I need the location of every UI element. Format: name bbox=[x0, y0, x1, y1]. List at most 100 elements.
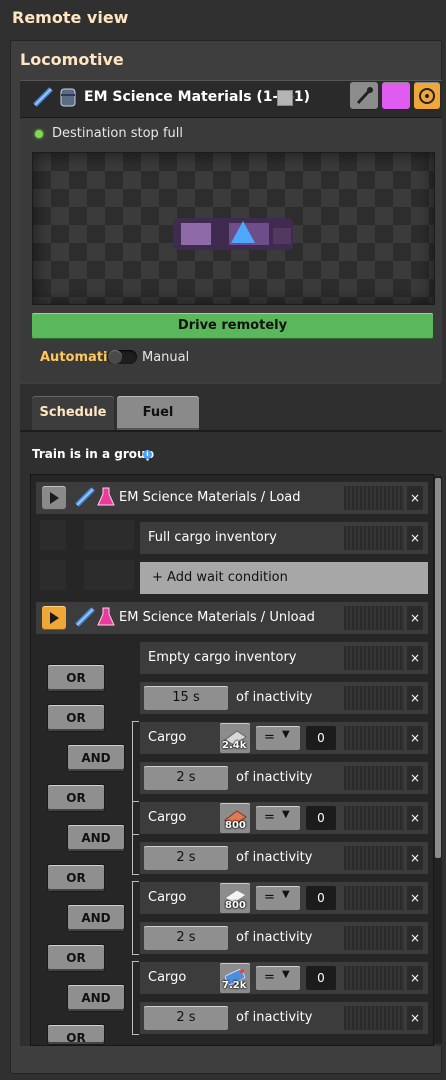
and-button[interactable]: AND bbox=[68, 825, 124, 851]
drive-remotely-button[interactable]: Drive remotely bbox=[32, 313, 433, 339]
tab-schedule[interactable]: Schedule bbox=[32, 396, 114, 430]
drag-handle[interactable] bbox=[344, 526, 404, 550]
close-icon[interactable]: × bbox=[407, 1006, 423, 1030]
cargo-value-input[interactable]: 0 bbox=[306, 886, 336, 910]
comparator-select[interactable]: = ▼ bbox=[256, 886, 300, 910]
inactivity-seconds-input[interactable]: 2 s bbox=[144, 1006, 228, 1030]
pipette-button[interactable] bbox=[350, 82, 378, 110]
drag-handle[interactable] bbox=[344, 606, 404, 630]
barrel-icon bbox=[60, 88, 76, 107]
color-swatch-button[interactable] bbox=[382, 82, 410, 110]
drag-handle[interactable] bbox=[344, 846, 404, 870]
status-text: Destination stop full bbox=[52, 126, 183, 141]
chevron-down-icon: ▼ bbox=[282, 969, 290, 980]
scrollbar-thumb[interactable] bbox=[435, 478, 441, 858]
comparator-select[interactable]: = ▼ bbox=[256, 966, 300, 990]
target-icon bbox=[419, 88, 435, 104]
rename-icon[interactable] bbox=[277, 90, 293, 106]
close-icon[interactable]: × bbox=[407, 846, 423, 870]
close-icon[interactable]: × bbox=[407, 806, 423, 830]
inactivity-seconds-input[interactable]: 2 s bbox=[144, 846, 228, 870]
drag-handle[interactable] bbox=[344, 1006, 404, 1030]
comparator-select[interactable]: = ▼ bbox=[256, 806, 300, 830]
locomotive-preview[interactable] bbox=[32, 152, 435, 305]
close-icon[interactable]: × bbox=[407, 886, 423, 910]
cargo-label: Cargo bbox=[148, 890, 187, 905]
science-flask-icon bbox=[97, 607, 115, 626]
close-icon[interactable]: × bbox=[407, 646, 423, 670]
drag-handle[interactable] bbox=[344, 806, 404, 830]
close-icon[interactable]: × bbox=[407, 606, 423, 630]
comparator-value: = bbox=[264, 970, 275, 985]
manual-label: Manual bbox=[142, 350, 190, 365]
comparator-select[interactable]: = ▼ bbox=[256, 726, 300, 750]
close-icon[interactable]: × bbox=[407, 726, 423, 750]
mode-switch-knob[interactable] bbox=[108, 350, 122, 364]
inactivity-seconds-input[interactable]: 15 s bbox=[144, 686, 228, 710]
close-icon[interactable]: × bbox=[407, 526, 423, 550]
drag-handle[interactable] bbox=[344, 926, 404, 950]
drag-handle[interactable] bbox=[344, 886, 404, 910]
schedule-blue-icon bbox=[75, 607, 95, 627]
stop-label-unload: EM Science Materials / Unload bbox=[119, 610, 315, 625]
tab-fuel[interactable]: Fuel bbox=[117, 396, 199, 430]
chevron-down-icon: ▼ bbox=[282, 889, 290, 900]
or-button[interactable]: OR bbox=[48, 945, 104, 971]
locate-button[interactable] bbox=[414, 82, 440, 110]
drag-handle[interactable] bbox=[344, 686, 404, 710]
inactivity-label: of inactivity bbox=[236, 1010, 313, 1025]
inactivity-seconds-input[interactable]: 2 s bbox=[144, 766, 228, 790]
inactivity-label: of inactivity bbox=[236, 930, 313, 945]
drag-handle[interactable] bbox=[344, 726, 404, 750]
cargo-label: Cargo bbox=[148, 970, 187, 985]
empty-slot bbox=[40, 560, 66, 590]
chevron-down-icon: ▼ bbox=[282, 729, 290, 740]
condition-label: Empty cargo inventory bbox=[148, 650, 297, 665]
cargo-value-input[interactable]: 0 bbox=[306, 806, 336, 830]
inactivity-label: of inactivity bbox=[236, 770, 313, 785]
schedule-blue-icon bbox=[33, 87, 53, 107]
close-icon[interactable]: × bbox=[407, 486, 423, 510]
automatic-label: Automatic bbox=[40, 350, 116, 365]
drag-handle[interactable] bbox=[344, 646, 404, 670]
or-button[interactable]: OR bbox=[48, 665, 104, 691]
empty-slot bbox=[40, 520, 66, 550]
empty-slot bbox=[84, 560, 134, 590]
inactivity-seconds-input[interactable]: 2 s bbox=[144, 926, 228, 950]
slot-count: 800 bbox=[225, 900, 246, 911]
or-button[interactable]: OR bbox=[48, 705, 104, 731]
and-button[interactable]: AND bbox=[68, 905, 124, 931]
close-icon[interactable]: × bbox=[407, 766, 423, 790]
chevron-down-icon: ▼ bbox=[282, 809, 290, 820]
condition-bracket bbox=[132, 881, 139, 955]
comparator-value: = bbox=[264, 730, 275, 745]
drag-handle[interactable] bbox=[344, 966, 404, 990]
and-button[interactable]: AND bbox=[68, 745, 124, 771]
go-to-stop-button-unload[interactable] bbox=[42, 606, 66, 630]
close-icon[interactable]: × bbox=[407, 926, 423, 950]
play-icon bbox=[50, 612, 59, 624]
inactivity-label: of inactivity bbox=[236, 850, 313, 865]
and-button[interactable]: AND bbox=[68, 985, 124, 1011]
pipette-icon bbox=[356, 87, 373, 105]
cargo-value-input[interactable]: 0 bbox=[306, 966, 336, 990]
slot-count: 2.4k bbox=[222, 740, 247, 751]
close-icon[interactable]: × bbox=[407, 686, 423, 710]
slot-count: 800 bbox=[225, 820, 246, 831]
stop-label-load: EM Science Materials / Load bbox=[119, 490, 301, 505]
info-icon[interactable]: i bbox=[143, 450, 152, 459]
go-to-stop-button-load[interactable] bbox=[42, 486, 66, 510]
empty-slot bbox=[84, 520, 134, 550]
close-icon[interactable]: × bbox=[407, 966, 423, 990]
or-button[interactable]: OR bbox=[48, 785, 104, 811]
or-button[interactable]: OR bbox=[48, 1025, 104, 1044]
cargo-value-input[interactable]: 0 bbox=[306, 726, 336, 750]
locomotive-heading: Locomotive bbox=[20, 50, 124, 69]
cargo-label: Cargo bbox=[148, 810, 187, 825]
drag-handle[interactable] bbox=[344, 766, 404, 790]
add-wait-condition-label: + Add wait condition bbox=[152, 570, 288, 585]
or-button[interactable]: OR bbox=[48, 865, 104, 891]
condition-label: Full cargo inventory bbox=[148, 530, 277, 545]
drag-handle[interactable] bbox=[344, 486, 404, 510]
window-title: Remote view bbox=[12, 8, 129, 27]
